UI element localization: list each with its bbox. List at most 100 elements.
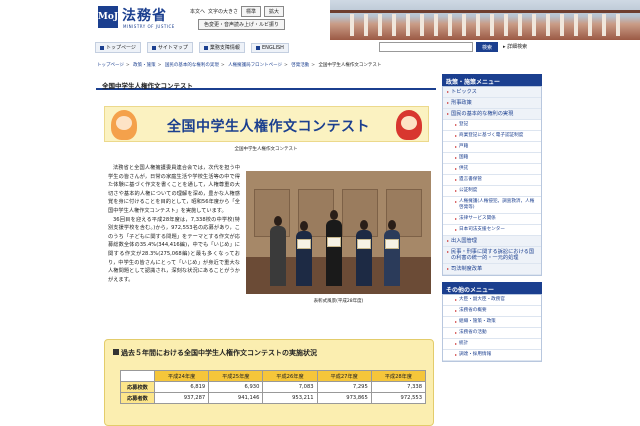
arrow-icon: ▸ [455,133,458,138]
site-header: MoJ 法務省 MINISTRY OF JUSTICE 本文へ 文字の大きさ 標… [0,0,640,40]
font-size-label: 文字の大きさ [208,9,239,15]
banner-title: 全国中学生人権作文コンテスト [167,119,370,135]
column-header: 平成26年度 [262,370,318,382]
advanced-search-link[interactable]: ▸ 詳細検索 [503,43,527,50]
arrow-icon: ▸ [447,266,450,271]
column-header: 平成25年度 [208,370,264,382]
font-standard-button[interactable]: 標準 [241,6,262,17]
breadcrumb-item[interactable]: トップページ [97,63,124,68]
font-size-controls: 本文へ 文字の大きさ 標準 拡大 [190,6,285,17]
sidebar-heading: 政策・施策メニュー [442,74,542,86]
page-title: 全国中学生人権作文コンテスト [96,76,436,90]
sidebar-item[interactable]: ▸ トピックス [443,87,541,98]
intro-text: 法務省と全国人権擁護委員連合会では，次代を担う中学生の皆さんが，日常の家庭生活や… [108,164,240,284]
banner-caption: 全国中学生人権作文コンテスト [234,147,298,152]
arrow-icon: ▸ [455,216,458,221]
table-cell: 7,083 [262,381,318,393]
sidebar-item[interactable]: ▸ 国籍 [443,153,541,164]
sidebar-item[interactable]: ▸ 公証制度 [443,186,541,197]
sidebar-item[interactable]: ▸ 法律サービス関係 [443,214,541,225]
arrow-icon: ▸ [455,352,458,357]
nav-outage[interactable]: 業務支障情報 [198,42,245,53]
arrow-icon: ▸ [455,319,458,324]
home-link[interactable]: 本文へ [190,8,205,15]
table-cell: 7,338 [370,381,427,393]
site-name[interactable]: 法務省 [122,5,167,25]
table-cell: 937,287 [153,392,210,404]
arrow-icon: ▸ [447,89,450,94]
search-button[interactable]: 検索 [476,42,498,52]
breadcrumb-item[interactable]: 政策・施策 [133,63,156,68]
arrow-icon: ▸ [455,188,458,193]
column-header: 平成27年度 [316,370,372,382]
row-header: 応募校数 [120,381,155,393]
sidebar-item-label: 組織・施策・政策 [459,319,496,324]
stats-table: 平成24年度 平成25年度 平成26年度 平成27年度 平成28年度 応募校数 … [120,370,427,404]
sidebar-item-label: 調達・採用情報 [459,352,492,357]
sidebar-item[interactable]: ▸ 大臣・副大臣・政務官 [443,295,541,306]
sidebar-item[interactable]: ▸ 日本司法支援センター [443,225,541,236]
sidebar-item[interactable]: ▸ 戸籍 [443,142,541,153]
sidebar-item[interactable]: ▸ 組織・施策・政策 [443,317,541,328]
arrow-icon: ▸ [455,227,458,232]
sidebar-item[interactable]: ▸ 調達・採用情報 [443,350,541,361]
sidebar-item-label: 刑事政策 [451,100,472,106]
main-content: 全国中学生人権作文コンテスト 全国中学生人権作文コンテスト 全国中学生人権作文コ… [96,76,436,426]
sidebar-item[interactable]: ▸ 登記 [443,120,541,131]
sidebar-item[interactable]: ▸ 遺言書保管 [443,175,541,186]
table-row: 応募校数 6,819 6,930 7,083 7,295 7,338 [120,381,427,393]
sidebar-item[interactable]: ▸ 供託 [443,164,541,175]
table-cell: 973,865 [316,392,372,404]
sidebar-item-label: 国籍 [459,155,469,160]
breadcrumb-item[interactable]: 啓発活動 [291,63,309,68]
sidebar-item[interactable]: ▸ 人権擁護(人権侵犯，調査救済，人権啓発等) [443,197,541,214]
sidebar-item-label: 法務省の活動 [459,330,487,335]
search-input[interactable] [379,42,473,52]
sidebar-item[interactable]: ▸ 統計 [443,339,541,350]
building-photo [330,0,640,40]
nav-top[interactable]: トップページ [95,42,141,53]
sidebar-item-label: 人権擁護(人権侵犯，調査救済，人権啓発等) [459,199,535,210]
color-change-button[interactable]: 色変更・音声読み上げ・ルビ振り [198,19,286,30]
sidebar-item-label: 法律サービス関係 [459,216,496,221]
arrow-icon: ▸ [455,199,458,204]
photo-caption: 表彰式風景(平成28年度) [313,299,364,304]
arrow-icon: ▸ [455,297,458,302]
arrow-icon: ▸ [455,122,458,127]
info-icon [203,45,208,50]
sidebar-item[interactable]: ▸ 国民の基本的な権利の実現 [443,109,541,120]
sidebar-item[interactable]: ▸ 司法制度改革 [443,264,541,275]
nav-english[interactable]: ENGLISH [250,42,289,53]
sidebar-item-label: 統計 [459,341,469,346]
arrow-icon: ▸ [455,341,458,346]
arrow-icon: ▸ [447,100,450,105]
sidebar-menu-other: ▸ 大臣・副大臣・政務官 ▸ 法務省の概要 ▸ 組織・施策・政策 ▸ 法務省の活動 ▸ 統計 ▸ 調達… [442,294,542,362]
arrow-icon: ▸ [455,308,458,313]
sidebar-item-label: 出入国管理 [451,238,477,244]
paragraph: 36回目を迎える平成28年度は，7,338校の中学校(特別支援学校を含む。)から… [108,216,240,283]
globe-icon [255,45,260,50]
sidebar-item[interactable]: ▸ 民事・刑事に関する訴訟における国の利害の統一的・一元的処理 [443,247,541,264]
breadcrumb-item[interactable]: 人権擁護局フロントページ [228,63,282,68]
sidebar-item[interactable]: ▸ 法務省の活動 [443,328,541,339]
moj-logo-icon[interactable]: MoJ [98,6,118,28]
sidebar-item-label: 国民の基本的な権利の実現 [451,111,514,117]
sidebar-item[interactable]: ▸ 法務省の概要 [443,306,541,317]
sidebar-item-label: 大臣・副大臣・政務官 [459,297,505,302]
contest-banner: 全国中学生人権作文コンテスト [104,106,429,142]
table-cell: 6,819 [153,381,210,393]
sidebar-item[interactable]: ▸ 商業登記に基づく電子認証制度 [443,131,541,142]
sidebar-item[interactable]: ▸ 刑事政策 [443,98,541,109]
nav-sitemap[interactable]: サイトマップ [146,42,193,53]
arrow-icon: ▸ [455,144,458,149]
font-large-button[interactable]: 拡大 [264,6,285,17]
sidebar-heading: その他のメニュー [442,282,542,294]
sidebar-item[interactable]: ▸ 出入国管理 [443,236,541,247]
breadcrumb-item[interactable]: 国民の基本的な権利の実現 [165,63,219,68]
table-row: 応募者数 937,287 941,146 953,211 973,865 972… [120,392,427,404]
row-header: 応募者数 [120,392,155,404]
sidebar-item-label: 日本司法支援センター [459,227,505,232]
breadcrumb-current: 全国中学生人権作文コンテスト [318,63,382,68]
sidebar-item-label: 商業登記に基づく電子認証制度 [459,133,524,138]
arrow-icon: ▸ [455,177,458,182]
